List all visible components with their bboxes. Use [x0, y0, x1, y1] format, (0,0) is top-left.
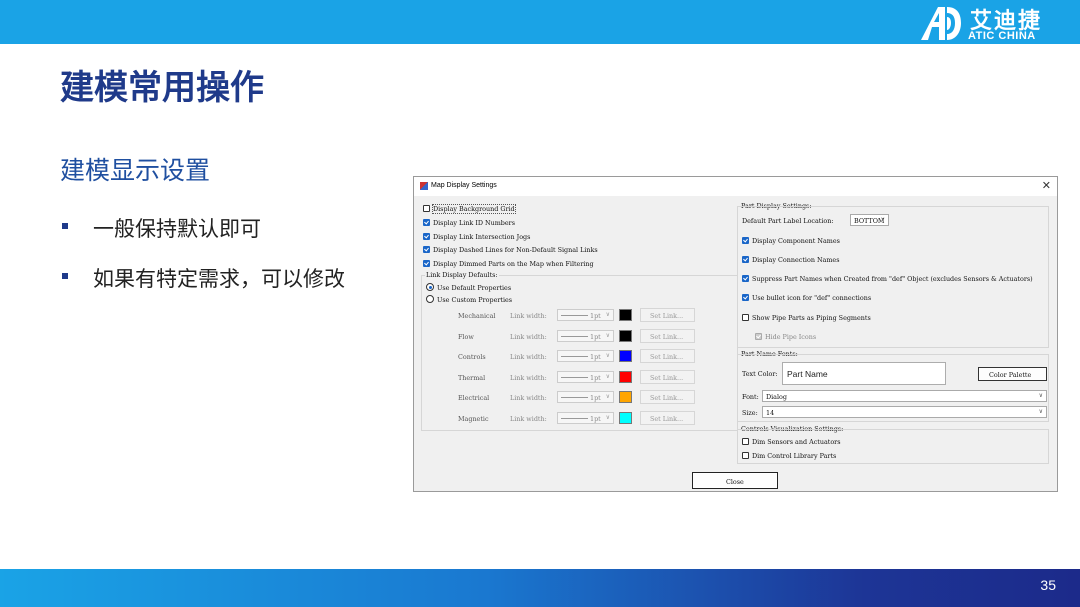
bullet-text: 一般保持默认即可: [93, 217, 261, 241]
link-width-label: Link width:: [510, 312, 547, 320]
checkbox-component-names[interactable]: [742, 237, 749, 244]
set-link-button[interactable]: Set Link...: [640, 390, 695, 404]
chevron-down-icon: ∨: [605, 332, 610, 339]
link-width-combo[interactable]: 1pt ∨: [557, 309, 614, 321]
label-location-dropdown[interactable]: BOTTOM ∨: [850, 214, 889, 226]
checkbox-label: Display Dimmed Parts on the Map when Fil…: [433, 260, 594, 268]
link-width-combo[interactable]: 1pt ∨: [557, 412, 614, 424]
checkbox-dim-sensors[interactable]: [742, 438, 749, 445]
set-link-button[interactable]: Set Link...: [640, 411, 695, 425]
checkbox-pipe-segments[interactable]: [742, 314, 749, 321]
link-width-combo[interactable]: 1pt ∨: [557, 391, 614, 403]
chevron-down-icon: ∨: [605, 373, 610, 380]
link-color-swatch[interactable]: [619, 350, 632, 362]
chevron-down-icon: ∨: [605, 393, 610, 400]
link-width-combo[interactable]: 1pt ∨: [557, 350, 614, 362]
group-label: Link Display Defaults:: [425, 271, 499, 279]
checkbox-dim-control-library[interactable]: [742, 452, 749, 459]
color-palette-button[interactable]: Color Palette: [978, 367, 1047, 381]
chevron-down-icon: ∨: [605, 311, 610, 318]
close-icon[interactable]: ✕: [1042, 179, 1051, 192]
link-width-label: Link width:: [510, 333, 547, 341]
checkbox-dashed-lines[interactable]: [423, 246, 430, 253]
set-link-button[interactable]: Set Link...: [640, 349, 695, 363]
slide: 艾迪捷 ATIC CHINA 建模常用操作 建模显示设置 一般保持默认即可 如果…: [0, 0, 1080, 607]
checkbox-connection-names[interactable]: [742, 256, 749, 263]
map-display-settings-dialog: Map Display Settings ✕ Display Backgroun…: [413, 176, 1058, 492]
checkbox-label: Hide Pipe Icons: [765, 333, 817, 341]
link-type-name: Mechanical: [458, 312, 496, 320]
chevron-down-icon: ∨: [880, 216, 885, 223]
text-color-label: Text Color:: [742, 370, 778, 378]
chevron-down-icon: ∨: [1038, 408, 1043, 415]
checkbox-label: Use bullet icon for "def" connections: [752, 294, 872, 302]
set-link-button[interactable]: Set Link...: [640, 329, 695, 343]
size-dropdown[interactable]: 14 ∨: [762, 406, 1047, 418]
set-link-button[interactable]: Set Link...: [640, 370, 695, 384]
chevron-down-icon: ∨: [605, 414, 610, 421]
radio-use-default[interactable]: [426, 283, 434, 291]
link-type-name: Thermal: [458, 374, 486, 382]
section-subtitle: 建模显示设置: [60, 156, 211, 185]
checkbox-dimmed-parts[interactable]: [423, 260, 430, 267]
link-width-combo[interactable]: 1pt ∨: [557, 330, 614, 342]
font-label: Font:: [742, 393, 759, 401]
link-type-name: Controls: [458, 353, 486, 361]
checkbox-bullet-icon[interactable]: [742, 294, 749, 301]
checkbox-suppress-part-names[interactable]: [742, 275, 749, 282]
dialog-titlebar[interactable]: Map Display Settings ✕: [414, 177, 1057, 196]
link-color-swatch[interactable]: [619, 330, 632, 342]
checkbox-label: Dim Sensors and Actuators: [752, 438, 841, 446]
checkbox-label: Display Link ID Numbers: [433, 219, 515, 227]
app-icon: [420, 182, 428, 190]
link-width-combo[interactable]: 1pt ∨: [557, 371, 614, 383]
checkbox-label: Display Component Names: [752, 237, 840, 245]
checkbox-label: Display Dashed Lines for Non-Default Sig…: [433, 246, 598, 254]
font-dropdown[interactable]: Dialog ∨: [762, 390, 1047, 402]
link-color-swatch[interactable]: [619, 309, 632, 321]
radio-use-custom[interactable]: [426, 295, 434, 303]
bullet-square-icon: [62, 223, 68, 229]
link-width-label: Link width:: [510, 415, 547, 423]
label-location-label: Default Part Label Location:: [742, 217, 834, 225]
checkbox-label: Display Link Intersection Jogs: [433, 233, 531, 241]
footer-bar: 35: [0, 569, 1080, 607]
logo-mark-icon: [921, 7, 961, 40]
link-color-swatch[interactable]: [619, 371, 632, 383]
checkbox-background-grid[interactable]: [423, 205, 430, 212]
chevron-down-icon: ∨: [1038, 392, 1043, 399]
link-type-name: Flow: [458, 333, 474, 341]
radio-label: Use Custom Properties: [437, 296, 513, 304]
bullet-text: 如果有特定需求，可以修改: [93, 267, 345, 291]
radio-label: Use Default Properties: [437, 284, 512, 292]
checkbox-label: Display Background Grid: [432, 204, 516, 214]
header-bar: 艾迪捷 ATIC CHINA: [0, 0, 1080, 44]
checkbox-label: Dim Control Library Parts: [752, 452, 837, 460]
part-name-preview: Part Name: [782, 362, 946, 385]
link-width-label: Link width:: [510, 394, 547, 402]
page-number: 35: [1040, 577, 1056, 593]
link-color-swatch[interactable]: [619, 391, 632, 403]
chevron-down-icon: ∨: [605, 352, 610, 359]
link-color-swatch[interactable]: [619, 412, 632, 424]
checkbox-label: Suppress Part Names when Created from "d…: [752, 275, 1033, 283]
size-label: Size:: [742, 409, 758, 417]
link-type-name: Electrical: [458, 394, 490, 402]
logo-english-name: ATIC CHINA: [968, 30, 1036, 42]
dialog-title: Map Display Settings: [431, 182, 497, 189]
checkbox-label: Display Connection Names: [752, 256, 840, 264]
checkbox-label: Show Pipe Parts as Piping Segments: [752, 314, 871, 322]
checkbox-link-id-numbers[interactable]: [423, 219, 430, 226]
checkbox-link-intersection-jogs[interactable]: [423, 233, 430, 240]
close-button[interactable]: Close: [692, 472, 778, 489]
page-title: 建模常用操作: [60, 68, 264, 108]
bullet-square-icon: [62, 273, 68, 279]
link-type-name: Magnetic: [458, 415, 489, 423]
checkbox-hide-pipe-icons[interactable]: [755, 333, 762, 340]
link-width-label: Link width:: [510, 374, 547, 382]
company-logo: 艾迪捷 ATIC CHINA: [918, 3, 1068, 43]
link-width-label: Link width:: [510, 353, 547, 361]
set-link-button[interactable]: Set Link...: [640, 308, 695, 322]
